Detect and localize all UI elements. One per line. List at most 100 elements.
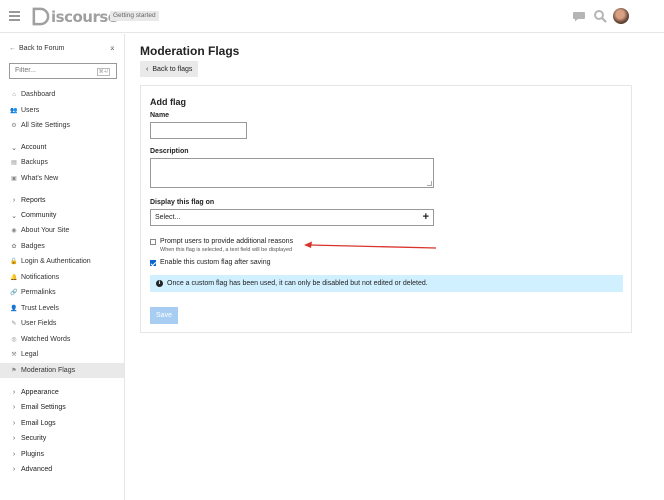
search-icon[interactable] — [593, 9, 607, 23]
back-to-flags-label: Back to flags — [152, 65, 193, 73]
enable-flag-label: Enable this custom flag after saving — [160, 259, 271, 266]
sidebar-filter[interactable]: ⌘+/ — [9, 63, 117, 79]
link-icon: 🔗 — [10, 290, 18, 296]
sidebar-section-email-logs[interactable]: › Email Logs — [0, 416, 124, 431]
site-header: iscourse Getting started — [0, 0, 664, 33]
gavel-icon: ⚒ — [11, 352, 17, 358]
sidebar-section-email-settings[interactable]: › Email Settings — [0, 400, 124, 415]
prompt-reasons-checkbox[interactable] — [150, 239, 156, 245]
admin-sidebar: ← Back to Forum ⌅ ⌘+/ ⌂ Dashboard 👥 User… — [0, 34, 125, 500]
display-on-label: Display this flag on — [150, 199, 215, 206]
description-label: Description — [150, 148, 189, 155]
sidebar-item-label: What's New — [21, 175, 59, 182]
form-title: Add flag — [150, 97, 186, 107]
back-to-flags-button[interactable]: ‹ Back to flags — [140, 61, 199, 77]
archive-icon: ▤ — [11, 160, 17, 166]
name-input[interactable] — [150, 122, 247, 139]
sidebar-item-dashboard[interactable]: ⌂ Dashboard — [0, 87, 124, 102]
sidebar-section-appearance[interactable]: › Appearance — [0, 385, 124, 400]
chat-icon[interactable] — [572, 9, 586, 23]
user-shield-icon: 👤 — [10, 306, 18, 312]
collapse-all-icon[interactable]: ⌅ — [109, 43, 117, 53]
sidebar-item-label: Moderation Flags — [21, 367, 76, 374]
sidebar-item-user-fields[interactable]: ✎ User Fields — [0, 316, 124, 331]
name-label: Name — [150, 112, 170, 119]
sidebar-item-badges[interactable]: ✿ Badges — [0, 239, 124, 254]
logo-text: iscourse — [51, 7, 118, 26]
prompt-reasons-checkbox-row[interactable]: Prompt users to provide additional reaso… — [150, 238, 293, 253]
discourse-logo-icon — [32, 7, 50, 26]
chevron-right-icon: › — [12, 197, 16, 204]
sidebar-item-label: Badges — [21, 243, 45, 250]
gear-icon: ⚙ — [11, 123, 17, 129]
flag-icon: ⚑ — [11, 368, 17, 374]
sidebar-item-users[interactable]: 👥 Users — [0, 103, 124, 118]
plus-icon: + — [422, 211, 429, 223]
sidebar-section-reports[interactable]: › Reports — [0, 193, 124, 208]
filter-input[interactable] — [15, 67, 95, 74]
sidebar-item-all-site-settings[interactable]: ⚙ All Site Settings — [0, 118, 124, 133]
sidebar-item-label: Notifications — [21, 274, 60, 281]
sidebar-section-advanced[interactable]: › Advanced — [0, 462, 124, 477]
back-to-forum-link[interactable]: ← Back to Forum — [9, 45, 65, 52]
resize-handle-icon[interactable] — [427, 181, 432, 186]
info-icon: i — [156, 280, 163, 287]
sidebar-section-label: Email Logs — [21, 420, 56, 427]
alert-text: Once a custom flag has been used, it can… — [167, 280, 428, 287]
sidebar-section-label: Community — [21, 212, 57, 219]
chevron-down-icon: ⌄ — [11, 144, 17, 152]
sidebar-item-whats-new[interactable]: ▣ What's New — [0, 171, 124, 186]
display-on-selected-value: Select... — [155, 214, 181, 221]
arrow-left-icon: ← — [9, 45, 16, 52]
chevron-left-icon: ‹ — [146, 65, 149, 73]
sidebar-item-label: Watched Words — [21, 336, 71, 343]
chevron-right-icon: › — [12, 451, 16, 458]
annotation-arrow-icon — [304, 241, 437, 249]
sidebar-item-legal[interactable]: ⚒ Legal — [0, 347, 124, 362]
sidebar-item-trust-levels[interactable]: 👤 Trust Levels — [0, 301, 124, 316]
sidebar-section-security[interactable]: › Security — [0, 431, 124, 446]
sidebar-item-label: About Your Site — [21, 227, 70, 234]
sidebar-section-community[interactable]: ⌄ Community — [0, 208, 124, 223]
info-alert: i Once a custom flag has been used, it c… — [150, 275, 623, 292]
badge-icon: ✿ — [11, 244, 17, 250]
user-avatar[interactable] — [613, 8, 629, 24]
sidebar-item-label: Legal — [21, 351, 39, 358]
chevron-right-icon: › — [12, 404, 16, 411]
hamburger-menu-icon[interactable] — [9, 11, 20, 21]
sidebar-item-moderation-flags[interactable]: ⚑ Moderation Flags — [0, 363, 124, 378]
gift-icon: ▣ — [11, 176, 17, 182]
sidebar-section-label: Advanced — [21, 466, 53, 473]
prompt-reasons-hint: When this flag is selected, a text field… — [160, 247, 293, 253]
sidebar-item-label: User Fields — [21, 320, 57, 327]
sidebar-item-notifications[interactable]: 🔔 Notifications — [0, 270, 124, 285]
getting-started-badge[interactable]: Getting started — [110, 11, 159, 21]
user-edit-icon: ✎ — [11, 321, 17, 327]
site-logo[interactable]: iscourse — [31, 6, 118, 27]
sidebar-item-about-your-site[interactable]: ◉ About Your Site — [0, 223, 124, 238]
chevron-down-icon: ⌄ — [11, 212, 17, 220]
sidebar-section-account[interactable]: ⌄ Account — [0, 140, 124, 155]
sidebar-item-label: Dashboard — [21, 91, 56, 98]
save-button[interactable]: Save — [150, 307, 178, 324]
sidebar-section-label: Plugins — [21, 451, 44, 458]
sidebar-item-login-authentication[interactable]: 🔓 Login & Authentication — [0, 254, 124, 269]
enable-flag-checkbox-row[interactable]: Enable this custom flag after saving — [150, 259, 271, 266]
add-flag-form: Add flag Name Description Display this f… — [140, 85, 632, 333]
sidebar-item-backups[interactable]: ▤ Backups — [0, 155, 124, 170]
enable-flag-checkbox[interactable] — [150, 260, 156, 266]
display-on-select[interactable]: Select... + — [150, 209, 434, 226]
chevron-right-icon: › — [12, 420, 16, 427]
sidebar-section-label: Email Settings — [21, 404, 66, 411]
sidebar-item-label: Login & Authentication — [21, 258, 91, 265]
sidebar-item-watched-words[interactable]: ◎ Watched Words — [0, 332, 124, 347]
sidebar-section-label: Account — [21, 144, 47, 151]
chevron-right-icon: › — [12, 389, 16, 396]
sidebar-section-plugins[interactable]: › Plugins — [0, 447, 124, 462]
home-icon: ⌂ — [12, 91, 16, 98]
page-title: Moderation Flags — [140, 44, 240, 58]
description-textarea[interactable] — [150, 158, 434, 188]
chevron-right-icon: › — [12, 466, 16, 473]
sidebar-item-permalinks[interactable]: 🔗 Permalinks — [0, 285, 124, 300]
prompt-reasons-label: Prompt users to provide additional reaso… — [160, 238, 294, 245]
